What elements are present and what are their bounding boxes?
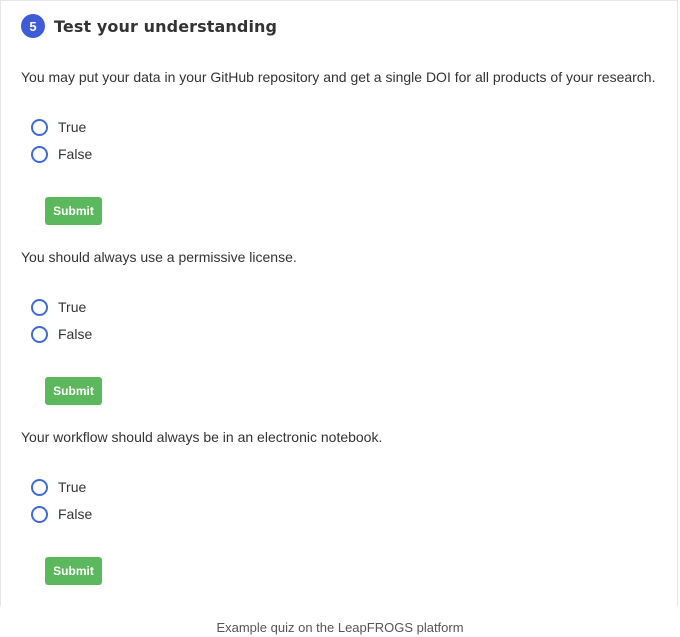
radio-button[interactable] bbox=[31, 298, 48, 316]
radio-button[interactable] bbox=[31, 478, 48, 496]
question-text: Your workflow should always be in an ele… bbox=[21, 429, 383, 445]
radio-button[interactable] bbox=[31, 145, 48, 163]
figure-caption: Example quiz on the LeapFROGS platform bbox=[216, 620, 464, 635]
option-false[interactable]: False bbox=[31, 505, 671, 523]
question-text: You should always use a permissive licen… bbox=[21, 249, 297, 265]
submit-button[interactable]: Submit bbox=[45, 197, 102, 225]
submit-button[interactable]: Submit bbox=[45, 557, 102, 585]
section-title: Test your understanding bbox=[54, 16, 278, 36]
question-text: You may put your data in your GitHub rep… bbox=[21, 69, 656, 85]
answer-options: True False bbox=[31, 298, 671, 343]
option-false[interactable]: False bbox=[31, 145, 671, 163]
submit-button[interactable]: Submit bbox=[45, 377, 102, 405]
answer-options: True False bbox=[31, 478, 671, 523]
radio-button[interactable] bbox=[31, 505, 48, 523]
option-label: False bbox=[58, 506, 93, 522]
option-true[interactable]: True bbox=[31, 478, 671, 496]
option-label: True bbox=[58, 119, 87, 135]
question-3: Your workflow should always be in an ele… bbox=[21, 427, 671, 585]
option-label: False bbox=[58, 146, 93, 162]
question-2: You should always use a permissive licen… bbox=[21, 247, 671, 405]
option-false[interactable]: False bbox=[31, 325, 671, 343]
option-true[interactable]: True bbox=[31, 118, 671, 136]
option-label: False bbox=[58, 326, 93, 342]
radio-button[interactable] bbox=[31, 118, 48, 136]
radio-button[interactable] bbox=[31, 325, 48, 343]
option-label: True bbox=[58, 479, 87, 495]
step-number-badge: 5 bbox=[21, 14, 45, 38]
section-header: 5 Test your understanding bbox=[21, 14, 277, 38]
quiz-card: 5 Test your understanding You may put yo… bbox=[0, 0, 678, 606]
answer-options: True False bbox=[31, 118, 671, 163]
option-label: True bbox=[58, 299, 87, 315]
option-true[interactable]: True bbox=[31, 298, 671, 316]
question-1: You may put your data in your GitHub rep… bbox=[21, 67, 671, 225]
